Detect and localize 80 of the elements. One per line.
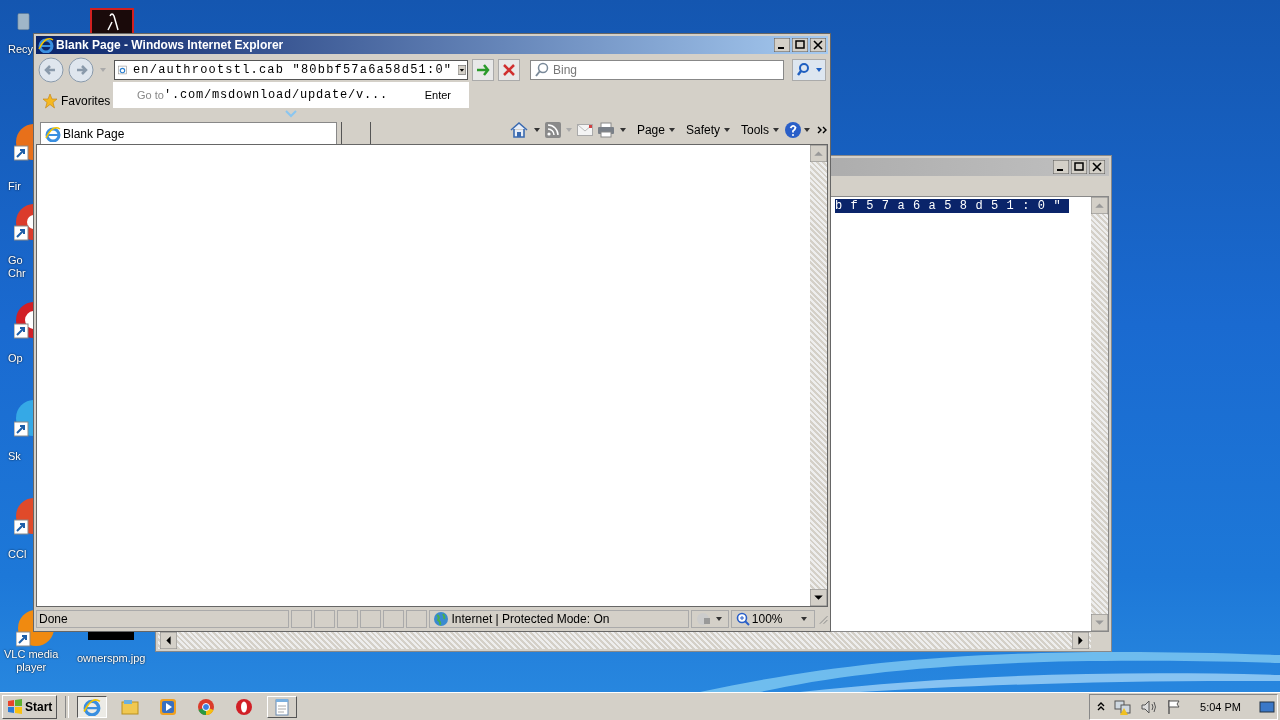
status-pane [359,610,381,628]
caret-icon[interactable] [723,127,731,133]
help-icon[interactable] [784,121,812,139]
zone-text: Internet | Protected Mode: On [451,612,610,626]
scroll-left-icon[interactable] [160,632,177,649]
home-icon[interactable] [508,121,529,139]
search-button[interactable] [792,59,826,81]
status-pane [336,610,358,628]
status-pane [405,610,427,628]
browser-icon[interactable] [197,697,216,716]
icon-label[interactable]: Go Chr [8,254,26,280]
caret-icon[interactable] [532,127,541,133]
maximize-button[interactable] [792,38,808,52]
media-player-icon[interactable] [159,697,178,716]
selected-text: bf57a6a58d51:0" [835,199,1070,213]
icon-label[interactable]: Sk [8,450,21,463]
enter-label: Enter [424,89,451,101]
status-pane [313,610,335,628]
address-dropdown-button[interactable] [458,62,466,78]
suggestion-text: '.com/msdownload/update/v... [163,88,388,102]
caret-icon[interactable] [799,616,808,622]
icon-label[interactable]: Fir [8,180,21,193]
favorites-button[interactable]: Favorites [61,94,111,108]
caret-icon[interactable] [618,127,627,133]
close-button[interactable] [810,38,826,52]
vertical-scrollbar[interactable] [810,145,827,606]
address-field[interactable]: en/authrootstl.cab "80bbf57a6a58d51:0" [114,60,468,80]
page-e-icon [118,62,127,78]
document-icon[interactable] [90,8,134,33]
more-chevron-icon[interactable] [816,125,828,135]
command-menu[interactable]: Page [636,123,676,137]
scroll-down-icon[interactable] [810,589,827,606]
icon-label[interactable]: Recy [8,43,34,56]
search-icon [534,62,550,78]
minimize-button[interactable] [1053,160,1069,174]
notepad-icon [273,697,292,716]
maximize-button[interactable] [1071,160,1087,174]
flag-icon[interactable] [1166,698,1183,715]
browser-icon[interactable] [235,697,254,716]
security-lock-icon[interactable] [695,612,724,626]
stop-button[interactable] [498,59,520,81]
status-pane [382,610,404,628]
star-icon [42,93,58,109]
horizontal-scrollbar[interactable] [158,632,1091,649]
browser-task-button[interactable] [77,695,108,718]
mail-icon[interactable] [576,124,593,136]
clock-time[interactable]: 5:04 PM [1200,700,1241,713]
go-to-label: Go to [137,89,164,101]
printer-icon[interactable] [596,122,615,138]
caret-icon[interactable] [667,127,676,133]
icon-label[interactable]: Op [8,352,23,365]
browser-e-icon [38,37,54,53]
start-logo-icon [7,698,23,715]
browser-e-icon [83,697,102,716]
command-menu[interactable]: Tools [741,123,780,137]
scroll-right-icon[interactable] [1072,632,1089,649]
speaker-icon[interactable] [1140,698,1159,715]
show-desktop-icon[interactable] [1259,699,1275,714]
close-button[interactable] [1089,160,1105,174]
browser-tab[interactable]: Blank Page [40,122,337,144]
status-text: Done [36,610,289,628]
icon-label[interactable]: CCl [8,548,27,561]
start-button[interactable]: Start [2,694,58,719]
icon-label[interactable]: VLC media player [4,648,59,674]
zoom-control[interactable]: 100% [730,610,815,628]
zoom-icon[interactable] [735,612,750,626]
caret-icon[interactable] [772,127,780,133]
network-icon[interactable] [1114,698,1133,715]
browser-e-icon [45,125,61,142]
icon-label[interactable]: ownerspm.jpg [77,652,146,664]
autocomplete-item[interactable]: Go to'.com/msdownload/update/v... Enter [113,82,469,108]
globe-icon [432,611,449,627]
command-menu[interactable]: Safety [685,123,731,137]
status-pane [290,610,312,628]
go-button[interactable] [472,59,494,81]
minimize-button[interactable] [774,38,790,52]
search-field[interactable]: Bing [530,60,784,80]
new-tab-button[interactable] [341,122,371,144]
notepad-task-button[interactable] [267,695,298,718]
window-title: Blank Page - Windows Internet Explorer [56,38,284,52]
